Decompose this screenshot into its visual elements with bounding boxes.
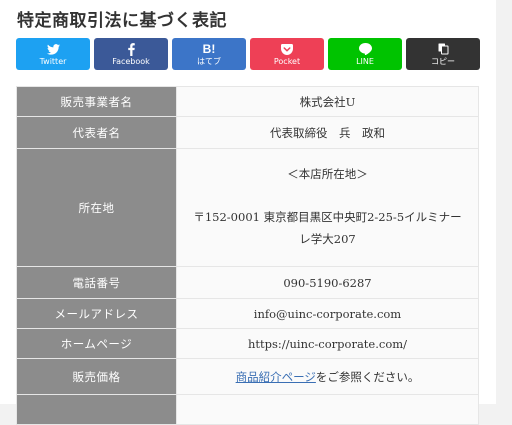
- table-row: 代表者名 代表取締役 兵 政和: [16, 116, 479, 149]
- representative-key: 代表者名: [16, 116, 177, 149]
- email-value: info@uinc-corporate.com: [176, 298, 479, 329]
- homepage-key: ホームページ: [16, 328, 177, 359]
- pocket-share-button[interactable]: Pocket: [250, 38, 324, 70]
- price-suffix: をご参照ください。: [315, 369, 420, 384]
- price-value: 商品紹介ページをご参照ください。: [176, 358, 479, 395]
- copy-label: コピー: [431, 57, 455, 66]
- table-row: ホームページ https://uinc-corporate.com/: [16, 328, 479, 359]
- twitter-label: Twitter: [39, 57, 67, 66]
- homepage-value: https://uinc-corporate.com/: [176, 328, 479, 359]
- seller-value: 株式会社U: [176, 86, 479, 117]
- product-page-link[interactable]: 商品紹介ページ: [236, 370, 316, 384]
- hatena-label: はてブ: [197, 57, 221, 66]
- facebook-share-button[interactable]: Facebook: [94, 38, 168, 70]
- twitter-share-button[interactable]: Twitter: [16, 38, 90, 70]
- next-row-key: [16, 394, 177, 425]
- page: 特定商取引法に基づく表記 Twitter Facebook B! はてブ Poc…: [0, 0, 496, 425]
- line-share-button[interactable]: LINE: [328, 38, 402, 70]
- seller-key: 販売事業者名: [16, 86, 177, 117]
- table-row: 販売事業者名 株式会社U: [16, 86, 479, 117]
- address-line-1: 〒152-0001 東京都目黒区中央町2-25-5イルミナー: [193, 209, 462, 224]
- hatena-bookmark-share-button[interactable]: B! はてブ: [172, 38, 246, 70]
- copy-button[interactable]: コピー: [406, 38, 480, 70]
- address-heading: ＜本店所在地＞: [287, 166, 368, 181]
- table-row: 所在地 ＜本店所在地＞ 〒152-0001 東京都目黒区中央町2-25-5イルミ…: [16, 148, 479, 267]
- table-row: 販売価格 商品紹介ページをご参照ください。: [16, 358, 479, 395]
- facebook-f-icon: [127, 42, 135, 56]
- table-row: 電話番号 090-5190-6287: [16, 266, 479, 299]
- pocket-icon: [281, 42, 293, 56]
- twitter-bird-icon: [46, 42, 60, 56]
- scrollbar-track[interactable]: [496, 0, 512, 404]
- page-title: 特定商取引法に基づく表記: [17, 11, 227, 31]
- table-row: メールアドレス info@uinc-corporate.com: [16, 298, 479, 329]
- address-key: 所在地: [16, 148, 177, 267]
- facebook-label: Facebook: [112, 57, 150, 66]
- hatena-bookmark-icon: B!: [202, 41, 216, 56]
- representative-value: 代表取締役 兵 政和: [176, 116, 479, 149]
- pocket-label: Pocket: [273, 57, 301, 66]
- legal-info-table: 販売事業者名 株式会社U 代表者名 代表取締役 兵 政和 所在地 ＜本店所在地＞…: [16, 86, 479, 425]
- share-buttons: Twitter Facebook B! はてブ Pocket LINE コピー: [16, 38, 480, 70]
- line-icon: [358, 42, 372, 56]
- phone-value: 090-5190-6287: [176, 266, 479, 299]
- price-key: 販売価格: [16, 358, 177, 395]
- email-key: メールアドレス: [16, 298, 177, 329]
- line-label: LINE: [356, 57, 374, 66]
- address-value: ＜本店所在地＞ 〒152-0001 東京都目黒区中央町2-25-5イルミナー レ…: [176, 148, 479, 267]
- phone-key: 電話番号: [16, 266, 177, 299]
- copy-icon: [438, 42, 449, 56]
- address-line-2: レ学大207: [299, 231, 356, 246]
- next-row-value: [176, 394, 479, 425]
- table-row: [16, 394, 479, 425]
